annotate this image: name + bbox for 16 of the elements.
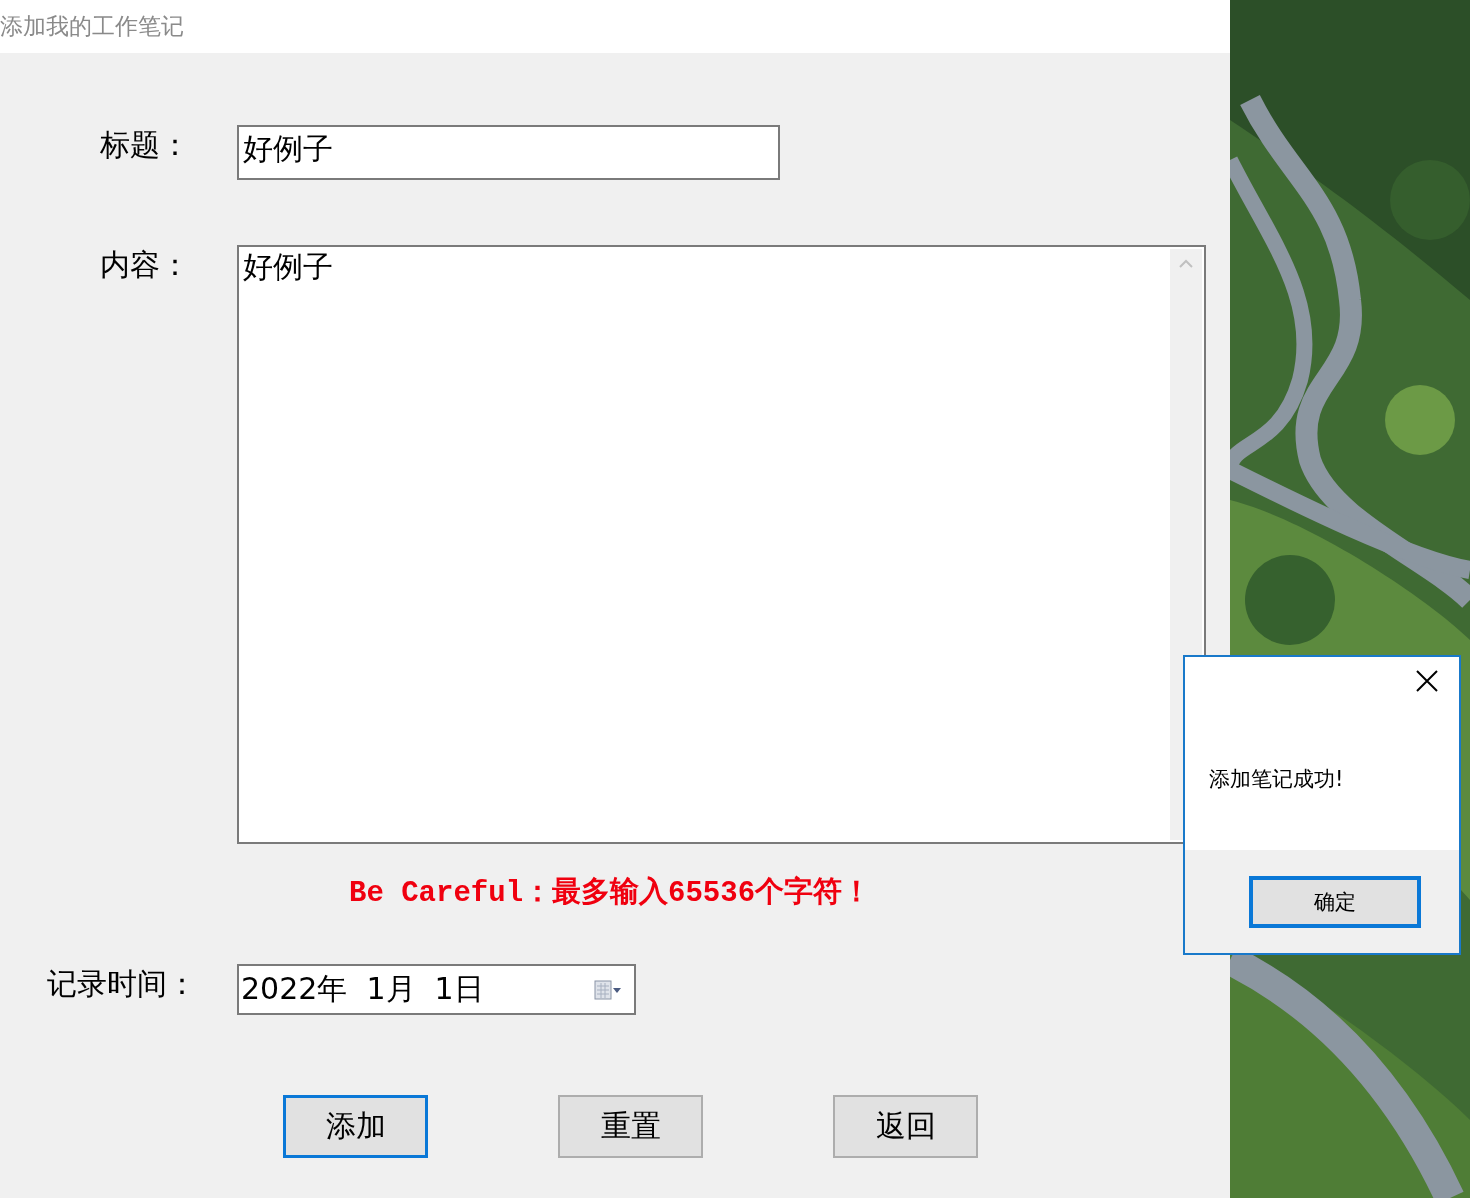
close-icon[interactable] (1415, 669, 1439, 693)
field-label: 标题： (99, 126, 191, 164)
date-picker[interactable]: 2022年 1月 1日 (237, 964, 636, 1015)
title-field[interactable]: 好例子 (237, 125, 780, 180)
dialog-message: 添加笔记成功! (1209, 766, 1345, 793)
action-button[interactable]: 添加 (283, 1095, 428, 1158)
scroll-up-icon (1179, 259, 1193, 268)
ok-button[interactable]: 确定 (1249, 876, 1421, 928)
window-title: 添加我的工作笔记 (0, 12, 184, 41)
content-field[interactable]: 好例子 (237, 245, 1206, 844)
field-label: 记录时间： (46, 965, 198, 1003)
warning-text: Be Careful：最多输入65536个字符！ (349, 874, 872, 912)
action-button[interactable]: 返回 (833, 1095, 978, 1158)
calendar-icon (594, 978, 622, 1001)
action-button[interactable]: 重置 (558, 1095, 703, 1158)
field-label: 内容： (99, 246, 191, 284)
